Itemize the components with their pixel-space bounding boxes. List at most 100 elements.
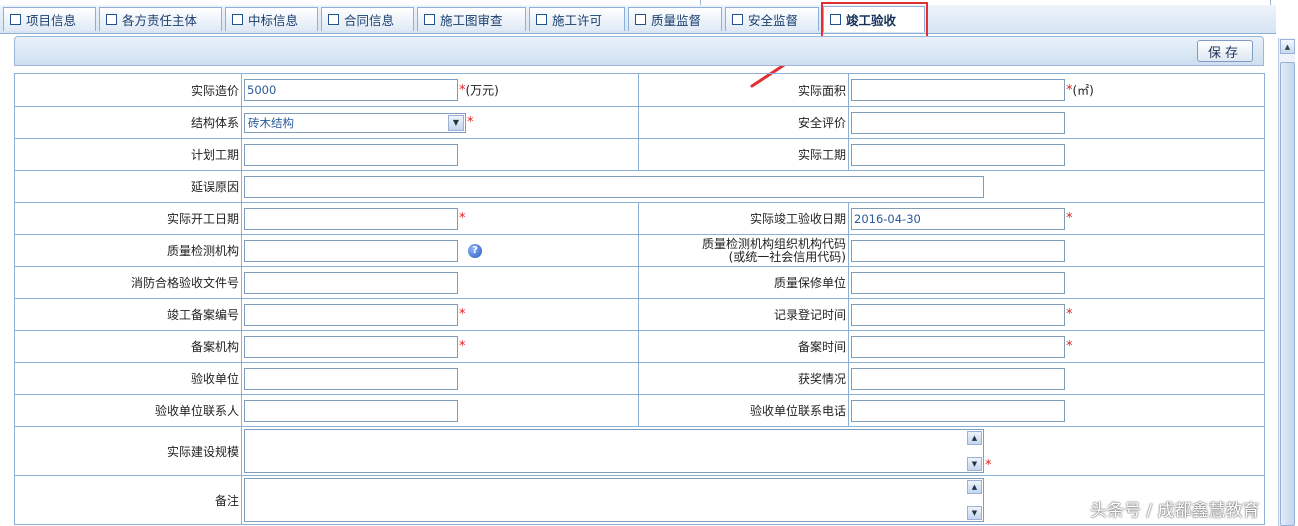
- filing-no-input[interactable]: [244, 303, 458, 326]
- form-row: 实际造价 5000 *(万元) 实际面积 *(㎡): [14, 73, 1265, 107]
- required-mark: *: [1066, 307, 1073, 322]
- tab-bid-info[interactable]: 中标信息: [225, 7, 318, 31]
- required-mark: *: [459, 307, 466, 322]
- tab-quality-supervision[interactable]: 质量监督: [628, 7, 722, 31]
- save-button[interactable]: 保存: [1197, 40, 1253, 62]
- remark-textarea[interactable]: ▲ ▼: [244, 478, 984, 522]
- filing-org-input[interactable]: [244, 335, 458, 358]
- safety-eval-input[interactable]: [851, 111, 1065, 134]
- warranty-unit-input[interactable]: [851, 271, 1065, 294]
- required-mark: *: [1066, 211, 1073, 226]
- scroll-down-icon[interactable]: ▼: [967, 457, 982, 471]
- filing-org-label: 备案机构: [14, 330, 242, 363]
- accept-contact-label: 验收单位联系人: [14, 394, 242, 427]
- checkbox-icon: [536, 14, 547, 25]
- delay-reason-cell: [241, 170, 1265, 203]
- accept-phone-input[interactable]: [851, 399, 1065, 422]
- awards-input[interactable]: [851, 367, 1065, 390]
- delay-reason-input[interactable]: [244, 175, 984, 198]
- tab-label: 合同信息: [344, 13, 395, 28]
- start-date-label: 实际开工日期: [14, 202, 242, 235]
- checkbox-icon: [424, 14, 435, 25]
- tab-construction-permit[interactable]: 施工许可: [529, 7, 625, 31]
- quality-agency-code-label-line1: 质量检测机构组织机构代码: [701, 236, 846, 251]
- fire-doc-input[interactable]: [244, 271, 458, 294]
- form-row: 验收单位联系人 验收单位联系电话: [14, 394, 1265, 427]
- fire-doc-cell: [241, 266, 639, 299]
- structure-select[interactable]: 砖木结构 ▼: [244, 112, 466, 133]
- record-time-label: 记录登记时间: [638, 298, 849, 331]
- tab-responsible-parties[interactable]: 各方责任主体: [99, 7, 222, 31]
- tab-label: 施工图审查: [440, 13, 503, 28]
- tab-label: 中标信息: [248, 13, 299, 28]
- warranty-unit-cell: [848, 266, 1265, 299]
- checkbox-icon: [232, 14, 243, 25]
- quality-agency-code-label-line2: (或统一社会信用代码): [728, 249, 846, 264]
- record-time-cell: *: [848, 298, 1265, 331]
- scrollbar-thumb[interactable]: [1280, 62, 1295, 526]
- form-row: 结构体系 砖木结构 ▼ * 安全评价: [14, 106, 1265, 139]
- chevron-down-icon[interactable]: ▼: [448, 114, 464, 131]
- actual-period-input[interactable]: [851, 143, 1065, 166]
- help-icon[interactable]: ?: [468, 243, 482, 258]
- unit-label: (㎡): [1072, 83, 1094, 98]
- form-row: 质量检测机构 ? 质量检测机构组织机构代码 (或统一社会信用代码): [14, 234, 1265, 267]
- accept-unit-cell: [241, 362, 639, 395]
- filing-no-cell: *: [241, 298, 639, 331]
- form-row: 计划工期 实际工期: [14, 138, 1265, 171]
- scroll-up-icon[interactable]: ▲: [967, 431, 982, 445]
- form-row: 实际建设规模 ▲ ▼ *: [14, 426, 1265, 476]
- accept-phone-label: 验收单位联系电话: [638, 394, 849, 427]
- accept-contact-input[interactable]: [244, 399, 458, 422]
- scroll-down-icon[interactable]: ▼: [967, 506, 982, 520]
- quality-agency-input[interactable]: [244, 239, 458, 262]
- form-row: 备案机构 * 备案时间 *: [14, 330, 1265, 363]
- delay-reason-label: 延误原因: [14, 170, 242, 203]
- scroll-up-icon[interactable]: ▲: [967, 480, 982, 494]
- watermark: 头条号 / 成都鑫慧教育: [1090, 501, 1260, 521]
- completion-date-input[interactable]: 2016-04-30: [851, 207, 1065, 230]
- remark-label: 备注: [14, 475, 242, 525]
- filing-time-input[interactable]: [851, 335, 1065, 358]
- tab-completion-acceptance[interactable]: 竣工验收: [823, 6, 925, 32]
- record-time-input[interactable]: [851, 303, 1065, 326]
- planned-period-input[interactable]: [244, 143, 458, 166]
- tab-project-info[interactable]: 项目信息: [3, 7, 96, 31]
- start-date-input[interactable]: [244, 207, 458, 230]
- actual-period-label: 实际工期: [638, 138, 849, 171]
- quality-agency-code-label: 质量检测机构组织机构代码 (或统一社会信用代码): [638, 234, 849, 267]
- completion-form: 实际造价 5000 *(万元) 实际面积 *(㎡) 结构体系 砖木结构 ▼ * 安全评…: [14, 73, 1265, 525]
- accept-unit-input[interactable]: [244, 367, 458, 390]
- awards-cell: [848, 362, 1265, 395]
- actual-cost-cell: 5000 *(万元): [241, 73, 639, 107]
- actual-area-label: 实际面积: [638, 73, 849, 107]
- form-toolbar: 保存: [14, 36, 1264, 66]
- build-scale-textarea[interactable]: ▲ ▼: [244, 429, 984, 473]
- accept-contact-cell: [241, 394, 639, 427]
- scroll-up-icon[interactable]: ▲: [1280, 39, 1295, 54]
- tab-contract-info[interactable]: 合同信息: [321, 7, 414, 31]
- quality-agency-cell: ?: [241, 234, 639, 267]
- actual-cost-input[interactable]: 5000: [244, 79, 458, 101]
- checkbox-icon: [10, 14, 21, 25]
- tab-label: 施工许可: [552, 13, 603, 28]
- build-scale-label: 实际建设规模: [14, 426, 242, 476]
- form-row: 实际开工日期 * 实际竣工验收日期 2016-04-30 *: [14, 202, 1265, 235]
- quality-agency-code-input[interactable]: [851, 239, 1065, 262]
- tab-label: 竣工验收: [846, 13, 897, 28]
- tab-safety-supervision[interactable]: 安全监督: [725, 7, 819, 31]
- tab-drawing-review[interactable]: 施工图审查: [417, 7, 526, 31]
- filing-time-cell: *: [848, 330, 1265, 363]
- page-scrollbar[interactable]: ▲: [1278, 38, 1295, 526]
- checkbox-icon: [732, 14, 743, 25]
- tab-label: 各方责任主体: [122, 13, 198, 28]
- planned-period-label: 计划工期: [14, 138, 242, 171]
- completion-date-label: 实际竣工验收日期: [638, 202, 849, 235]
- actual-area-input[interactable]: [851, 79, 1065, 101]
- tab-label: 项目信息: [26, 13, 77, 28]
- form-row: 延误原因: [14, 170, 1265, 203]
- required-mark: *: [459, 339, 466, 354]
- filing-no-label: 竣工备案编号: [14, 298, 242, 331]
- required-mark: *: [1066, 339, 1073, 354]
- actual-area-cell: *(㎡): [848, 73, 1265, 107]
